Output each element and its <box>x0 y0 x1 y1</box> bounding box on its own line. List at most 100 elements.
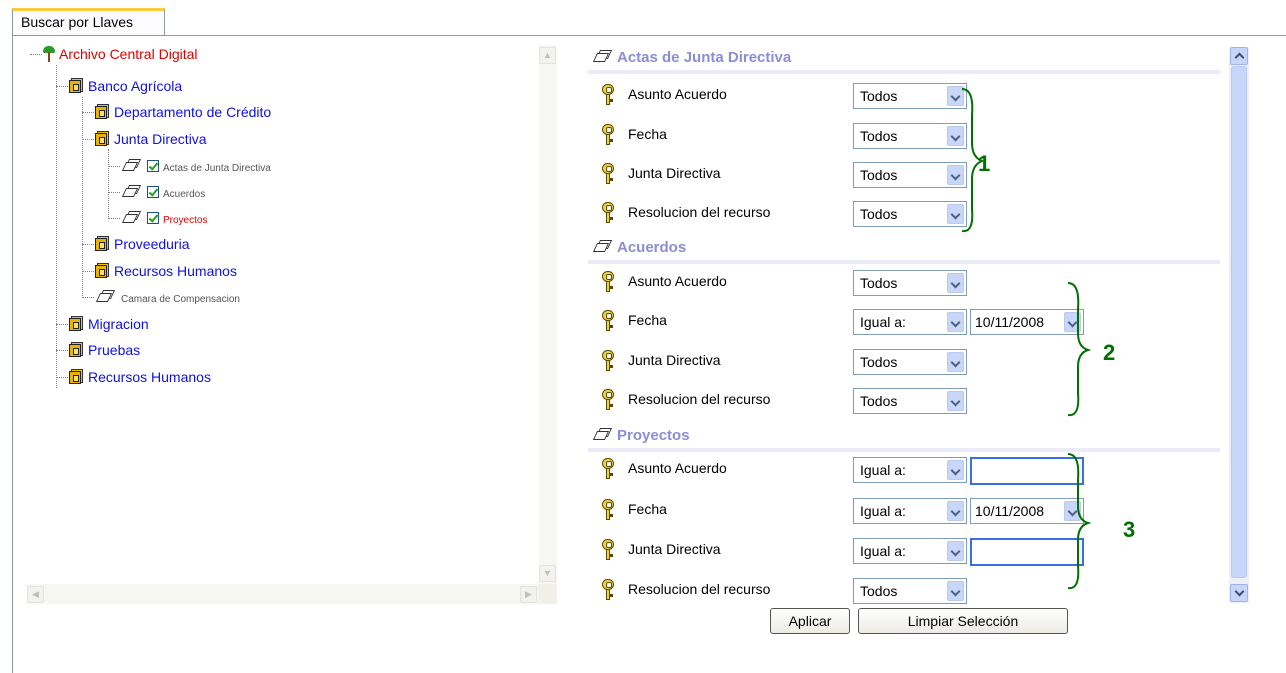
tree-label: Proyectos <box>163 215 208 226</box>
filter-panel: Actas de Junta Directiva Asunto Acuerdo … <box>588 43 1228 604</box>
tree-label: Migracion <box>88 316 149 332</box>
tree-node-migracion[interactable]: Migracion <box>69 313 149 335</box>
chevron-down-icon <box>947 312 964 332</box>
section-divider <box>588 70 1220 74</box>
document-icon <box>592 50 614 63</box>
scroll-down-button[interactable]: ▼ <box>539 565 556 582</box>
filter-row: Fecha Igual a: 10/11/2008 <box>600 498 1200 524</box>
tree-label: Proveeduria <box>114 236 190 252</box>
tree-node-root[interactable]: Archivo Central Digital <box>43 43 198 65</box>
folder-icon <box>69 369 83 384</box>
document-icon <box>121 159 143 172</box>
key-icon <box>600 579 616 601</box>
chevron-down-icon <box>947 581 964 601</box>
tree-node-recursos-humanos-2[interactable]: Recursos Humanos <box>69 366 211 388</box>
section-title: Actas de Junta Directiva <box>592 49 791 66</box>
chevron-down-icon <box>947 541 964 561</box>
tree-node-recursos-humanos[interactable]: Recursos Humanos <box>95 260 237 282</box>
document-icon <box>592 240 614 253</box>
key-icon <box>600 499 616 521</box>
filter-label: Resolucion del recurso <box>628 581 771 597</box>
scrollbar-thumb[interactable] <box>1231 66 1247 578</box>
tree-node-banco-agricola[interactable]: Banco Agrícola <box>69 75 182 97</box>
filter-label: Fecha <box>628 501 667 517</box>
filter-label: Fecha <box>628 312 667 328</box>
tree-node-pruebas[interactable]: Pruebas <box>69 339 140 361</box>
scroll-down-button[interactable] <box>1230 584 1248 602</box>
filter-label: Junta Directiva <box>628 352 721 368</box>
operator-select[interactable]: Todos <box>853 349 967 375</box>
scroll-left-button[interactable]: ◀ <box>27 586 44 603</box>
operator-select[interactable]: Igual a: <box>853 457 967 483</box>
section-divider <box>588 448 1220 452</box>
operator-select[interactable]: Todos <box>853 270 967 296</box>
key-icon <box>600 84 616 106</box>
tree-label: Junta Directiva <box>114 131 207 147</box>
key-icon <box>600 271 616 293</box>
scroll-up-button[interactable] <box>1230 47 1248 65</box>
tree-node-actas[interactable]: Actas de Junta Directiva <box>121 155 271 177</box>
panel-vertical-scrollbar[interactable] <box>1229 47 1249 603</box>
section-divider <box>588 260 1220 264</box>
tree-node-proveeduria[interactable]: Proveeduria <box>95 233 190 255</box>
folder-icon <box>69 342 83 357</box>
tree-label: Actas de Junta Directiva <box>163 163 271 174</box>
group-2-label: 2 <box>1103 340 1116 365</box>
group-1-label: 1 <box>978 151 991 176</box>
clear-selection-button[interactable]: Limpiar Selección <box>858 608 1068 634</box>
tree-node-junta-directiva[interactable]: Junta Directiva <box>95 128 207 150</box>
operator-select[interactable]: Todos <box>853 83 967 109</box>
operator-select[interactable]: Todos <box>853 388 967 414</box>
filter-label: Resolucion del recurso <box>628 391 771 407</box>
tree-label: Archivo Central Digital <box>59 46 198 62</box>
scroll-right-button[interactable]: ▶ <box>520 586 537 603</box>
tree-label: Recursos Humanos <box>88 369 211 385</box>
tree-vertical-scrollbar[interactable]: ▲ ▼ <box>539 45 557 585</box>
operator-select[interactable]: Todos <box>853 578 967 604</box>
tree-label: Acuerdos <box>163 189 206 200</box>
filter-label: Resolucion del recurso <box>628 204 771 220</box>
tree-node-departamento-credito[interactable]: Departamento de Crédito <box>95 101 271 123</box>
folder-icon <box>69 316 83 331</box>
operator-select[interactable]: Igual a: <box>853 498 967 524</box>
key-icon <box>600 202 616 224</box>
actas-checkbox[interactable] <box>147 160 159 172</box>
operator-select[interactable]: Todos <box>853 162 967 188</box>
acuerdos-checkbox[interactable] <box>147 186 159 198</box>
operator-select[interactable]: Todos <box>853 201 967 227</box>
tree-icon <box>43 46 55 62</box>
filter-row: Resolucion del recurso Todos <box>600 201 1200 227</box>
filter-row: Asunto Acuerdo Todos <box>600 83 1200 109</box>
operator-select[interactable]: Todos <box>853 123 967 149</box>
tree-node-proyectos[interactable]: Proyectos <box>121 207 207 229</box>
tab-divider <box>12 35 1286 36</box>
group-3-bracket <box>1067 453 1092 590</box>
section-title: Proyectos <box>592 427 690 444</box>
filter-row: Junta Directiva Igual a: <box>600 538 1200 566</box>
tree-node-acuerdos[interactable]: Acuerdos <box>121 181 205 203</box>
filter-row: Fecha Todos <box>600 123 1200 149</box>
tab-buscar-por-llaves[interactable]: Buscar por Llaves <box>12 8 165 35</box>
folder-icon <box>95 131 109 146</box>
tree-horizontal-scrollbar[interactable]: ◀ ▶ <box>27 584 539 604</box>
operator-select[interactable]: Igual a: <box>853 309 967 335</box>
tree-label: Camara de Compensacion <box>121 294 240 305</box>
filter-label: Fecha <box>628 126 667 142</box>
tree-label: Departamento de Crédito <box>114 104 272 120</box>
operator-select[interactable]: Igual a: <box>853 538 967 564</box>
section-proyectos: Proyectos <box>588 424 1220 452</box>
folder-icon <box>95 263 109 278</box>
filter-row: Fecha Igual a: 10/11/2008 <box>600 309 1200 335</box>
chevron-down-icon <box>947 460 964 480</box>
filter-row: Resolucion del recurso Todos <box>600 578 1200 604</box>
filter-label: Asunto Acuerdo <box>628 460 727 476</box>
proyectos-checkbox[interactable] <box>147 212 159 224</box>
tree-label: Banco Agrícola <box>88 78 183 94</box>
key-icon <box>600 163 616 185</box>
chevron-down-icon <box>947 273 964 293</box>
tree-node-camara[interactable]: Camara de Compensacion <box>95 286 240 308</box>
scroll-up-button[interactable]: ▲ <box>539 47 556 64</box>
tree-view: Archivo Central Digital Banco Agrícola D… <box>27 43 537 603</box>
key-icon <box>600 539 616 561</box>
apply-button[interactable]: Aplicar <box>770 608 850 634</box>
